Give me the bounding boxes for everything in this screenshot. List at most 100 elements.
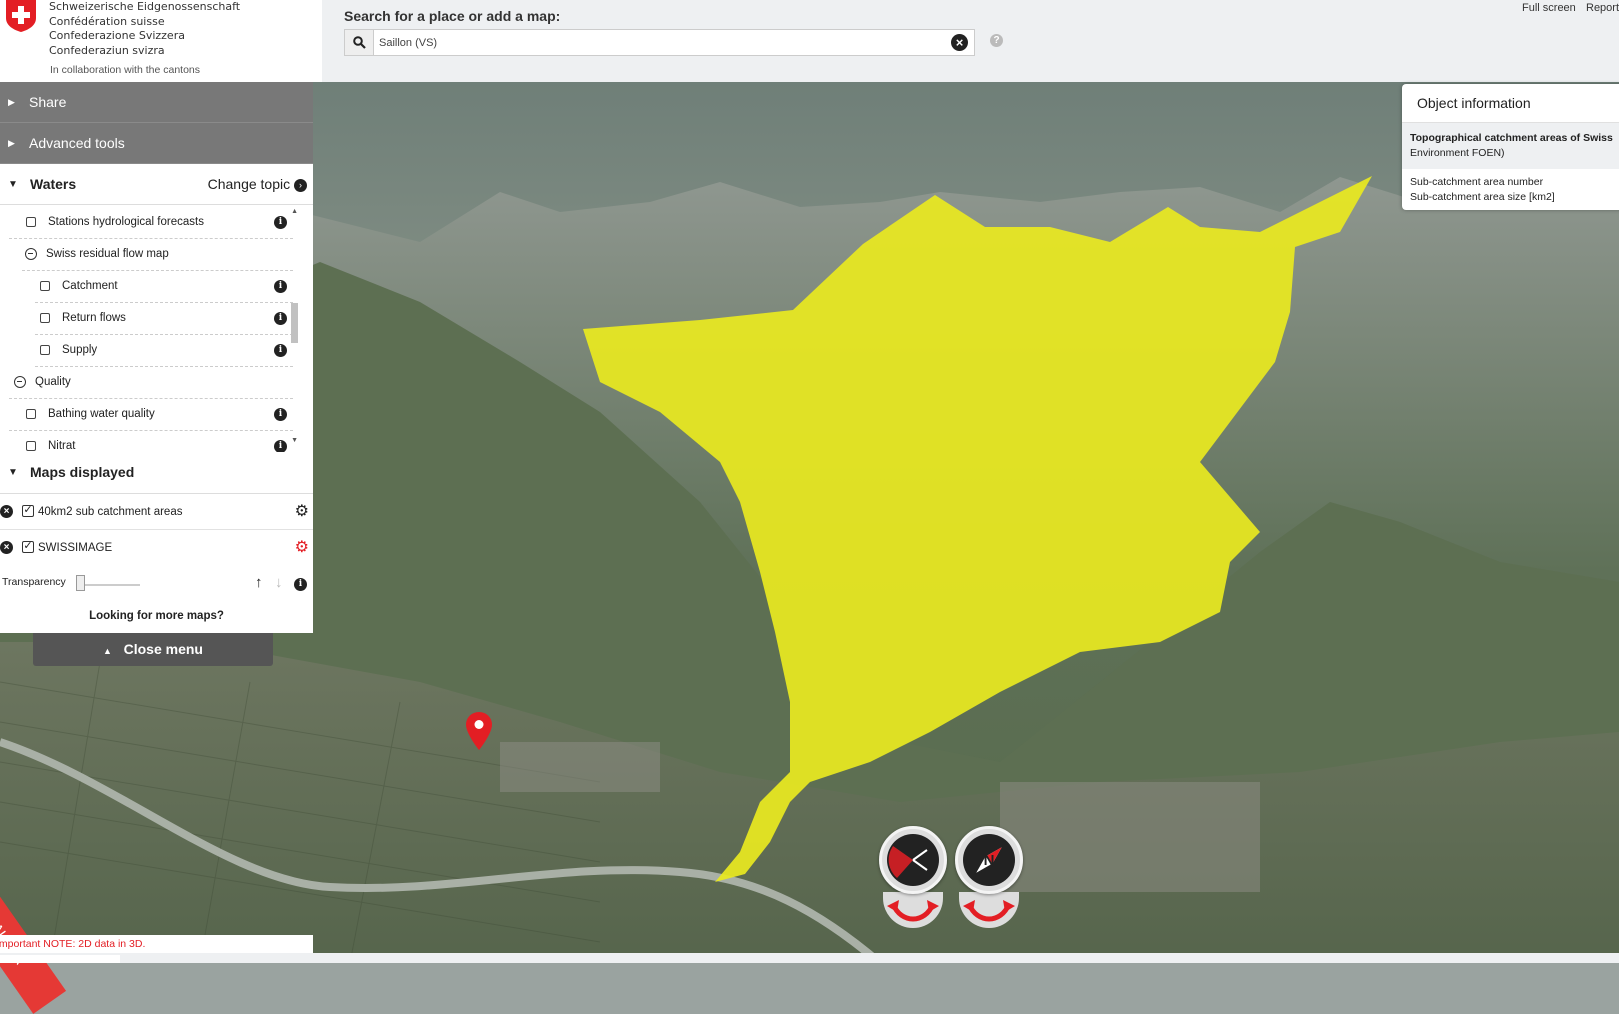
north-glyph: N: [984, 852, 995, 869]
logo-line-rm: Confederaziun svizra: [49, 43, 165, 57]
tree-item-label: Supply: [62, 344, 98, 356]
object-fields: Sub-catchment area number Sub-catchment …: [1402, 169, 1619, 210]
rotation-control[interactable]: N: [953, 826, 1025, 932]
logo-line-it: Confederazione Svizzera: [49, 29, 185, 42]
bottom-strip: [0, 953, 1619, 963]
note-bar: Important NOTE: 2D data in 3D.: [0, 935, 313, 953]
search-label: Search for a place or add a map:: [344, 8, 561, 24]
tilt-dial-face: [887, 834, 939, 886]
share-section[interactable]: ▶ Share: [0, 82, 313, 123]
collapse-icon[interactable]: [25, 247, 37, 260]
checkbox[interactable]: [40, 344, 50, 355]
tilt-control[interactable]: [877, 826, 949, 932]
info-icon[interactable]: i: [274, 312, 287, 325]
report-link[interactable]: Report: [1586, 2, 1619, 14]
info-icon[interactable]: i: [274, 280, 287, 293]
transparency-slider-track[interactable]: [80, 584, 140, 586]
advanced-tools-section[interactable]: ▶ Advanced tools: [0, 123, 313, 164]
compass-icon[interactable]: [879, 826, 947, 894]
change-topic-label: Change topic: [207, 176, 291, 192]
tree-item-label: Quality: [35, 376, 71, 388]
layer-row-swissimage[interactable]: × ✓ SWISSIMAGE ⚙: [0, 530, 313, 566]
checkbox[interactable]: [40, 280, 50, 291]
tree-item-supply[interactable]: Supply i: [35, 335, 293, 367]
transparency-slider-thumb[interactable]: [76, 575, 85, 591]
info-icon[interactable]: i: [294, 578, 307, 591]
search-input[interactable]: [379, 30, 939, 55]
tree-item-stations-hydrological-forecasts[interactable]: Stations hydrological forecasts i: [9, 207, 293, 239]
topic-label: Waters: [30, 176, 77, 192]
layer-label: 40km2 sub catchment areas: [38, 506, 183, 518]
close-menu-button[interactable]: ▲ Close menu: [33, 633, 273, 666]
maps-displayed-header[interactable]: ▼ Maps displayed: [0, 452, 313, 494]
layer-label: SWISSIMAGE: [38, 542, 113, 554]
search-box: ×: [344, 29, 975, 56]
caret-up-icon: ▲: [103, 646, 112, 656]
remove-layer-icon[interactable]: ×: [0, 505, 13, 518]
object-field: Sub-catchment area number: [1410, 176, 1544, 188]
tree-item-bathing-water-quality[interactable]: Bathing water quality i: [9, 399, 293, 431]
tree-item-label: Stations hydrological forecasts: [48, 216, 204, 228]
logo-line-fr: Confédération suisse: [49, 14, 165, 28]
scroll-down-icon[interactable]: ▼: [291, 437, 298, 444]
search-button[interactable]: [345, 30, 374, 55]
tree-scrollbar-thumb[interactable]: [291, 303, 298, 343]
confederation-logo[interactable]: Schweizerische Eidgenossenschaft Confédé…: [0, 0, 322, 82]
rotate-icon[interactable]: [883, 892, 943, 928]
caret-right-icon: ▶: [8, 138, 15, 148]
logo-text: Schweizerische Eidgenossenschaft Confédé…: [49, 0, 240, 58]
close-menu-label: Close menu: [123, 641, 203, 657]
arrow-up-icon[interactable]: ↑: [255, 574, 263, 591]
info-icon[interactable]: i: [274, 440, 287, 452]
chevron-right-icon: ›: [294, 178, 307, 192]
object-field: Sub-catchment area size [km2]: [1410, 191, 1555, 203]
info-icon[interactable]: i: [274, 408, 287, 421]
object-layer-title: Topographical catchment areas of Swiss E…: [1402, 123, 1619, 169]
compass-dial-face: N: [963, 834, 1015, 886]
tree-item-label: Catchment: [62, 280, 118, 292]
maps-displayed-label: Maps displayed: [30, 464, 135, 480]
scroll-up-icon[interactable]: ▲: [291, 208, 298, 215]
advanced-tools-label: Advanced tools: [29, 135, 125, 151]
bottom-tab: [0, 955, 120, 963]
caret-down-icon: ▼: [8, 467, 18, 478]
object-information-title: Object information: [1402, 84, 1619, 123]
check-icon[interactable]: ✓: [22, 541, 34, 553]
object-layer-source: Environment FOEN): [1410, 146, 1505, 159]
info-icon[interactable]: i: [274, 216, 287, 229]
tree-group-swiss-residual-flow-map[interactable]: Swiss residual flow map: [22, 239, 293, 271]
caret-down-icon: ▼: [8, 179, 18, 190]
tree-item-catchment[interactable]: Catchment i: [35, 271, 293, 303]
gear-icon[interactable]: ⚙: [295, 494, 309, 530]
checkbox[interactable]: [26, 408, 36, 419]
checkbox[interactable]: [26, 440, 36, 451]
arrow-down-icon[interactable]: ↓: [275, 574, 283, 591]
note-text: Important NOTE: 2D data in 3D.: [0, 938, 146, 950]
gear-icon[interactable]: ⚙: [295, 530, 309, 566]
help-icon[interactable]: ?: [990, 34, 1003, 47]
checkbox[interactable]: [40, 312, 50, 323]
object-information-panel: Object information Topographical catchme…: [1402, 84, 1619, 210]
collapse-icon[interactable]: [14, 375, 26, 388]
caret-right-icon: ▶: [8, 97, 15, 107]
tree-group-quality[interactable]: Quality: [9, 367, 293, 399]
tree-item-nitrat[interactable]: Nitrat i: [9, 431, 293, 452]
change-topic-button[interactable]: Change topic ›: [208, 164, 307, 205]
check-icon[interactable]: ✓: [22, 505, 34, 517]
tree-item-return-flows[interactable]: Return flows i: [35, 303, 293, 335]
compass-icon[interactable]: N: [955, 826, 1023, 894]
layer-row-sub-catchment[interactable]: × ✓ 40km2 sub catchment areas ⚙: [0, 494, 313, 530]
location-pin-icon[interactable]: [466, 712, 492, 750]
fullscreen-link[interactable]: Full screen: [1522, 2, 1576, 14]
collaboration-text: In collaboration with the cantons: [50, 64, 201, 76]
rotate-icon[interactable]: [959, 892, 1019, 928]
remove-layer-icon[interactable]: ×: [0, 541, 13, 554]
more-maps-link[interactable]: Looking for more maps?: [0, 602, 313, 633]
search-icon: [352, 36, 366, 49]
clear-icon[interactable]: ×: [951, 34, 968, 51]
checkbox[interactable]: [26, 216, 36, 227]
tree-item-label: Bathing water quality: [48, 408, 155, 420]
topic-header[interactable]: ▼ Waters Change topic ›: [0, 164, 313, 205]
info-icon[interactable]: i: [274, 344, 287, 357]
layer-tree[interactable]: Stations hydrological forecasts i Swiss …: [0, 205, 313, 452]
